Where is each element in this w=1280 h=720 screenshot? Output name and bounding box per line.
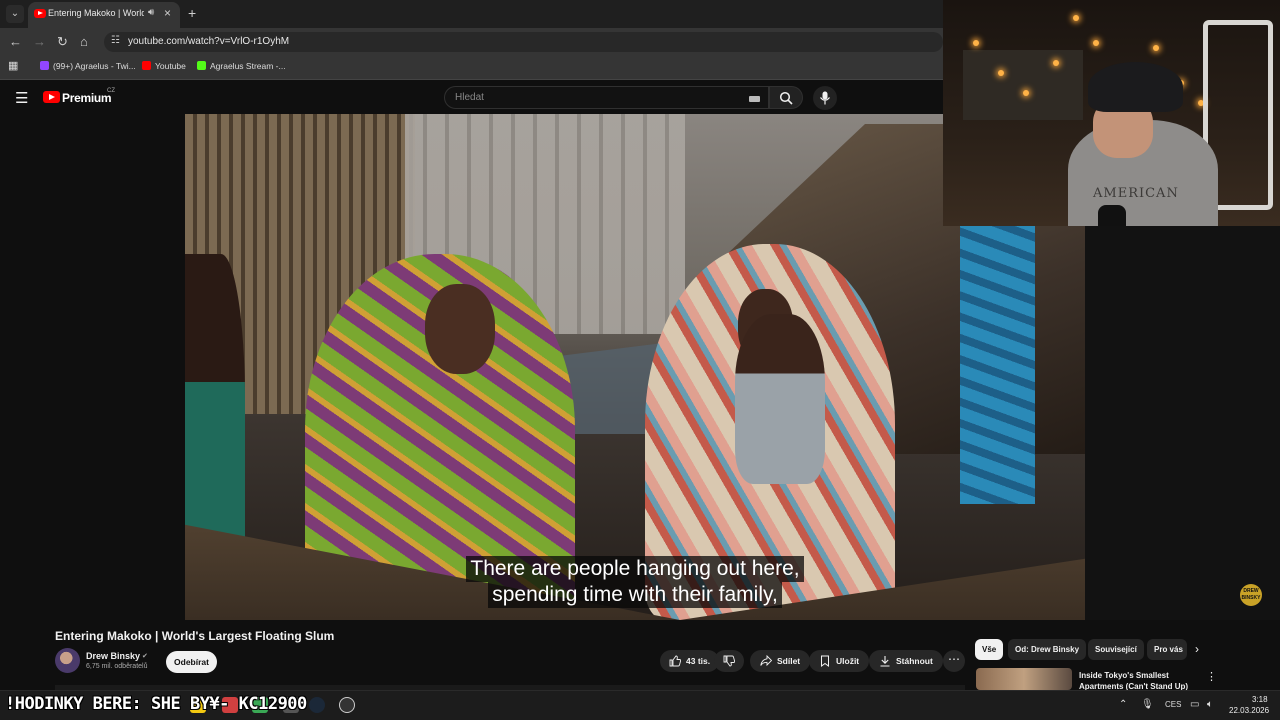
channel-avatar[interactable] [55, 648, 80, 673]
bookmark-label: (99+) Agraelus - Twi... [53, 61, 136, 71]
string-light [1153, 45, 1159, 51]
steam-icon[interactable] [309, 697, 325, 713]
bookmark-kick[interactable]: Agraelus Stream -... [197, 61, 286, 71]
share-button[interactable]: Sdílet [750, 650, 811, 672]
tab-search-button[interactable]: ⌄ [6, 5, 24, 23]
kick-icon [197, 61, 206, 70]
keyboard-icon[interactable] [749, 96, 760, 102]
string-light [1073, 15, 1079, 21]
webcam-shirt-text: AMERICAN [1093, 186, 1179, 201]
share-label: Sdílet [777, 656, 801, 666]
tab-close-icon[interactable]: × [164, 6, 171, 20]
search-button[interactable] [769, 86, 803, 109]
more-actions-button[interactable]: ⋯ [943, 650, 965, 672]
string-light [1023, 90, 1029, 96]
volume-icon[interactable]: 🔈︎ [1207, 699, 1213, 710]
browser-tab[interactable]: Entering Makoko | World's Largest Floati… [28, 2, 180, 28]
video-scene-standing-man [960, 224, 1035, 504]
microphone-tray-icon[interactable]: 🎙︎ [1141, 699, 1154, 710]
network-icon[interactable]: ▭ [1190, 699, 1199, 710]
channel-name[interactable]: Drew Binsky [86, 651, 140, 661]
chip-related[interactable]: Související [1088, 639, 1144, 660]
webcam-cap [1088, 62, 1183, 112]
kebab-menu-icon[interactable]: ⋮ [1206, 670, 1217, 683]
obs-icon[interactable] [339, 697, 355, 713]
microphone-icon [820, 91, 830, 105]
video-subtitles: There are people hanging out here, spend… [457, 556, 813, 608]
thumbs-up-icon [669, 655, 682, 667]
right-panel [1085, 226, 1280, 620]
dislike-button[interactable] [714, 650, 744, 672]
subscriber-count: 6,75 mil. odběratelů [86, 663, 148, 670]
url-text: youtube.com/watch?v=VrlO-r1OyhM [128, 36, 290, 47]
twitch-icon [40, 61, 49, 70]
back-icon[interactable]: ← [9, 34, 22, 49]
video-scene-child [735, 314, 825, 484]
recommended-title[interactable]: Inside Tokyo's Smallest Apartments (Can'… [1079, 670, 1194, 690]
subtitle-line: spending time with their family, [488, 582, 782, 608]
chip-for-you[interactable]: Pro vás [1147, 639, 1187, 660]
string-light [998, 70, 1004, 76]
search-icon [779, 91, 793, 105]
youtube-favicon-icon [34, 9, 46, 18]
search-placeholder: Hledat [455, 92, 484, 103]
youtube-logo-icon[interactable] [43, 91, 60, 103]
download-icon [880, 656, 890, 667]
menu-icon[interactable]: ☰ [15, 89, 28, 107]
bookmark-twitch[interactable]: (99+) Agraelus - Twi... [40, 61, 136, 71]
string-light [973, 40, 979, 46]
tab-audio-icon[interactable]: 🔊︎ [148, 7, 154, 18]
youtube-premium-label[interactable]: Premium [62, 91, 112, 105]
home-icon[interactable]: ⌂ [80, 34, 88, 49]
webcam-overlay: AMERICAN [943, 0, 1280, 226]
region-code: CZ [107, 88, 115, 94]
verified-icon: ✔ [142, 653, 148, 660]
channel-watermark-badge: DREW BINSKY [1240, 584, 1262, 606]
voice-search-button[interactable] [813, 86, 837, 110]
download-label: Stáhnout [896, 656, 933, 666]
bookmark-label: Agraelus Stream -... [210, 61, 286, 71]
address-bar[interactable]: ☷ youtube.com/watch?v=VrlO-r1OyhM [104, 32, 943, 52]
string-light [1093, 40, 1099, 46]
chip-from-channel[interactable]: Od: Drew Binsky [1008, 639, 1087, 660]
apps-grid-icon[interactable]: ▦ [8, 59, 18, 72]
string-light [1053, 60, 1059, 66]
like-count: 43 tis. [686, 656, 711, 666]
video-scene-face [425, 284, 495, 374]
bookmark-label: Youtube [155, 61, 186, 71]
save-button[interactable]: Uložit [809, 650, 870, 672]
youtube-header: ☰ Premium CZ Hledat [0, 81, 943, 114]
browser-tab-bar: ⌄ Entering Makoko | World's Largest Floa… [0, 0, 943, 28]
recommended-thumbnail[interactable] [976, 668, 1072, 690]
language-indicator[interactable]: CES [1165, 700, 1181, 709]
clock-time[interactable]: 3:18 [1252, 695, 1268, 704]
download-button[interactable]: Stáhnout [869, 650, 943, 672]
video-title: Entering Makoko | World's Largest Floati… [55, 629, 335, 643]
tab-title: Entering Makoko | World's Largest Floati… [48, 8, 144, 18]
reload-icon[interactable]: ↻ [57, 34, 68, 50]
chip-all[interactable]: Vše [975, 639, 1004, 660]
subtitle-line: There are people hanging out here, [466, 556, 804, 582]
forward-icon[interactable]: → [33, 34, 46, 49]
new-tab-icon[interactable]: + [188, 5, 196, 21]
subscribe-button[interactable]: Odebírat [166, 651, 217, 673]
clock-date[interactable]: 22.03.2026 [1229, 706, 1269, 715]
stream-ticker: !HODINKY BERE: SHE BY¥- KC12900 [5, 694, 307, 714]
webcam-shelf [963, 50, 1083, 120]
thumbs-down-icon [723, 655, 736, 667]
tray-expand-icon[interactable]: ⌃ [1119, 699, 1127, 710]
bookmarks-bar: ▦ (99+) Agraelus - Twi... Youtube Agrael… [0, 56, 943, 80]
youtube-icon [142, 61, 151, 70]
save-label: Uložit [836, 656, 860, 666]
site-info-icon[interactable]: ☷ [111, 35, 120, 46]
like-button[interactable]: 43 tis. [660, 650, 720, 672]
search-input[interactable]: Hledat [444, 86, 769, 109]
chevron-right-icon[interactable]: › [1195, 642, 1199, 656]
bookmark-youtube[interactable]: Youtube [142, 61, 186, 71]
webcam-microphone [1098, 205, 1126, 226]
share-icon [760, 654, 773, 667]
bookmark-icon [821, 655, 829, 667]
